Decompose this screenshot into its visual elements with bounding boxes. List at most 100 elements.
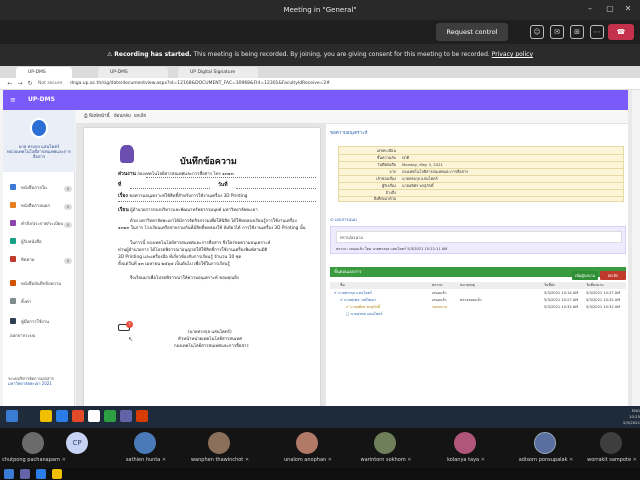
signer-position: หัวหน้าหน่วยเทคโนโลยีสารสนเทศ (178, 337, 242, 342)
sidebar-item-logout[interactable]: ออกจากระบบ (10, 332, 72, 342)
user-role-text: หน่วยเทคโนโลยีสารสนเทศและการสื่อสาร (7, 149, 71, 159)
memo-icon (10, 280, 16, 286)
chat-icon[interactable]: ✉ (550, 25, 564, 39)
minimize-icon[interactable]: – (584, 4, 596, 14)
participant-name: sathien hunta ✕ (110, 457, 182, 463)
menu-icon[interactable]: ≡ (10, 96, 16, 104)
sidebar-item-memo[interactable]: หนังสือบันทึกข้อความ (10, 280, 72, 290)
agency-label: ส่วนงาน (118, 171, 136, 177)
more-icon[interactable]: ⋯ (590, 25, 604, 39)
info-row: ชั้นความลับ ปกติ (340, 154, 622, 161)
participant-name: kolanya taya ✕ (430, 457, 502, 463)
row-name: □ นายสุรพล แสนโคตร์ (346, 312, 383, 316)
table-row[interactable]: □ นายสุรพล แสนโคตร์ (330, 311, 626, 318)
sidebar-item-external[interactable]: หนังสือภายนอก (10, 202, 72, 212)
table-row[interactable]: ✔ นายอดิศร พรสุภักดิ์ รอลงนาม 5/3/2021 1… (330, 304, 626, 311)
participant-tile[interactable]: CP (42, 430, 114, 468)
folder-icon[interactable] (40, 410, 52, 422)
cancel-workflow-button[interactable]: ยกเลิก (600, 271, 626, 280)
body-line: 3D Printing และเครื่องมือ ที่เกี่ยวข้องก… (118, 255, 242, 260)
participant-name-text: kolanya taya (447, 457, 480, 463)
browser-app-icon[interactable] (36, 469, 46, 479)
back-icon[interactable]: ← (6, 79, 14, 89)
start-icon[interactable] (4, 469, 14, 479)
info-value: ปกติ (402, 155, 410, 160)
request-control-button[interactable]: Request control (436, 23, 508, 41)
count-badge: 0 (64, 258, 72, 264)
powerpoint-icon[interactable] (136, 410, 148, 422)
column-header: วันที่ส่ง (544, 283, 555, 287)
browser-tab[interactable]: UP-DMS (98, 67, 168, 78)
sidebar-item-tracking[interactable]: ติดตาม (10, 256, 72, 266)
footer-line: มหาวิทยาลัยพะเยา 2021 (8, 381, 52, 386)
back-button[interactable]: ย้อนกลับ (114, 112, 131, 122)
explorer-app-icon[interactable] (52, 469, 62, 479)
firefox-icon[interactable] (72, 410, 84, 422)
panel-heading: ขอความอนุเคราะห์ (330, 131, 368, 136)
info-row: สิ่งที่ส่งมาด้วย (340, 195, 622, 202)
maximize-icon[interactable]: ▢ (604, 4, 616, 14)
count-badge: 0 (64, 222, 72, 228)
line-icon[interactable] (104, 410, 116, 422)
cursor-icon: ↖ (128, 336, 134, 343)
body-line: ในการนี้ กองเทคโนโลยีสารสนเทศและการสื่อส… (130, 241, 271, 246)
sidebar-item-internal[interactable]: หนังสือภายใน (10, 184, 72, 194)
browser-tab[interactable]: UP-DMS (16, 67, 72, 78)
mic-off-icon: ✕ (161, 457, 167, 463)
browser-tab[interactable]: UP Digital Signature (178, 67, 258, 78)
sidebar-item-orders[interactable]: คำสั่ง/ประกาศ/ระเบียบ (10, 220, 72, 230)
reload-icon[interactable]: ↻ (26, 79, 34, 89)
leave-call-button[interactable]: ☎ (608, 24, 634, 40)
rooms-icon[interactable]: ⊞ (570, 25, 584, 39)
participant-tile[interactable]: adisorn ponsupalak ✕ (510, 430, 582, 468)
page-scrollbar[interactable] (628, 90, 632, 406)
signer-position: กองเทคโนโลยีสารสนเทศและการสื่อสาร (174, 344, 249, 349)
sidebar-item-label: คู่มือการใช้งาน (21, 320, 50, 325)
participant-tile[interactable]: warintorn sokhom ✕ (350, 430, 422, 468)
divider (118, 201, 316, 202)
windows-taskbar (0, 468, 640, 480)
print-label: พิมพ์หน้านี้ (89, 114, 110, 119)
participant-tile[interactable]: wanphen thawinchot ✕ (184, 430, 256, 468)
participant-name-text: adisorn ponsupalak (518, 457, 568, 463)
url-field[interactable]: dnga.up.ac.th/sig/date/documentview.aspx… (70, 79, 510, 89)
print-button[interactable]: ⎙ พิมพ์หน้านี้ (84, 112, 110, 122)
participant-tile[interactable]: sathien hunta ✕ (110, 430, 182, 468)
number-row: ที่ (118, 182, 121, 189)
participant-tile[interactable]: kolanya taya ✕ (430, 430, 502, 468)
privacy-policy-link[interactable]: Privacy policy (492, 51, 533, 58)
sidebar-item-recipients[interactable]: ผู้รับหนังสือ (10, 238, 72, 248)
signer-name: (นายทรงกุล แสนโคตร์) (188, 330, 232, 335)
cancel-button[interactable]: ยกเลิก (134, 112, 146, 122)
windows-start-icon[interactable] (6, 410, 18, 422)
info-row: ผู้รับเรื่อง นายอดิศร พรสุภักดิ์ (340, 182, 622, 189)
column-header: ชื่อ (340, 283, 345, 287)
sidebar-item-label: หนังสือภายใน (21, 186, 47, 191)
sidebar-item-settings[interactable]: ตั้งค่า (10, 298, 72, 308)
teams-icon[interactable] (120, 410, 132, 422)
doc-toolbar (76, 110, 628, 124)
participant-name: worrakit sampote ✕ (576, 457, 640, 463)
teams-app-icon[interactable] (20, 469, 30, 479)
participant-tile[interactable]: unalom anophan ✕ (272, 430, 344, 468)
subject-row: เรื่อง ขอความอนุเคราะห์ใช้สิทธิ์สำหรับกา… (118, 193, 247, 200)
comment-input[interactable]: ทราบ/ลงนาม (336, 231, 622, 243)
add-signer-button[interactable]: เพิ่มผู้ลงนาม (572, 271, 598, 280)
to-row: เรียน ผู้อำนวยการกองบริหารและพัฒนาทรัพยา… (118, 207, 258, 214)
participant-tile[interactable]: worrakit sampote ✕ (576, 430, 640, 468)
info-key: เลขทะเบียน (376, 148, 396, 153)
sidebar-item-label: ติดตาม (21, 258, 35, 263)
chrome-icon[interactable] (88, 410, 100, 422)
edge-icon[interactable] (56, 410, 68, 422)
people-icon[interactable]: ☺ (530, 25, 544, 39)
sidebar-item-label: คำสั่ง/ประกาศ/ระเบียบ (21, 222, 64, 227)
row-name: ✔ นายทรงกุล แสนโคตร์ (334, 291, 372, 295)
sidebar-item-manual[interactable]: คู่มือการใช้งาน (10, 318, 72, 328)
participant-avatar (374, 432, 396, 454)
forward-icon[interactable]: → (16, 79, 24, 89)
table-row[interactable]: ✔ นายทรงกุล แสนโคตร์ เสนอแล้ว 5/3/2021 1… (330, 290, 626, 297)
number-label: ที่ (118, 182, 122, 188)
mic-off-icon: ✕ (407, 457, 412, 463)
close-icon[interactable]: ✕ (622, 4, 634, 14)
table-row[interactable]: ✔ นายสุรพล วงศ์วัฒนา เสนอแล้ว ตรวจสอบแล้… (330, 297, 626, 304)
